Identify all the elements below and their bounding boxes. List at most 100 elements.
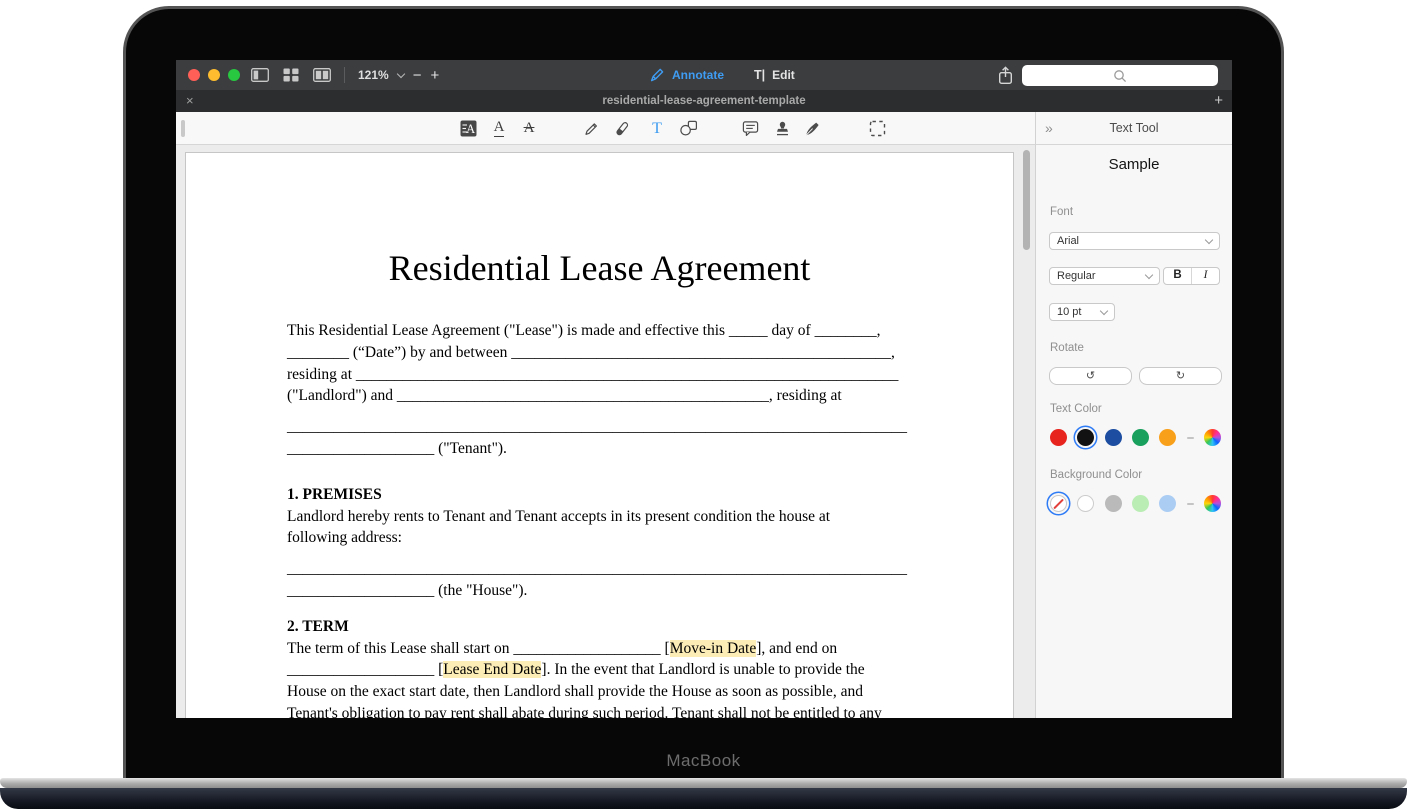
shapes-tool-icon[interactable] (677, 118, 699, 139)
document-line: 2. TERM (287, 616, 927, 638)
note-tool-icon[interactable] (739, 118, 761, 139)
strikethrough-text-tool[interactable]: A (518, 118, 540, 139)
edit-label: Edit (772, 68, 795, 82)
underline-text-tool[interactable]: A (488, 118, 510, 139)
search-input[interactable] (1022, 65, 1218, 86)
new-tab-button[interactable]: + (1214, 90, 1223, 111)
document-line: residing at ____________________________… (287, 364, 927, 386)
document-text: ________ (“Date”) by and between _______… (287, 344, 895, 361)
text-color-swatch-f9a01b[interactable] (1159, 429, 1176, 446)
chevron-down-icon (1205, 235, 1213, 243)
pencil-tool-icon[interactable] (580, 118, 602, 139)
tool-row: A A A T (176, 112, 1232, 145)
stamp-tool-icon[interactable] (771, 118, 793, 139)
text-color-swatch-121212[interactable] (1077, 429, 1094, 446)
document-body: This Residential Lease Agreement ("Lease… (287, 320, 927, 718)
document-text: House on the exact start date, then Land… (287, 683, 863, 700)
edit-mode-button[interactable]: T| Edit (754, 68, 795, 82)
toolbar-drag-handle[interactable] (181, 120, 185, 137)
background-color-swatch-custom[interactable] (1204, 495, 1221, 512)
chevron-down-icon (1100, 306, 1108, 314)
background-color-swatch-bababa[interactable] (1105, 495, 1122, 512)
document-text: Tenant's obligation to pay rent shall ab… (287, 705, 882, 718)
font-family-value: Arial (1057, 235, 1079, 247)
document-text: ___________________ [ (287, 661, 443, 678)
text-color-swatches (1050, 429, 1221, 446)
text-color-section-label: Text Color (1050, 403, 1102, 415)
document-text: 2. TERM (287, 618, 349, 635)
background-color-swatch-none[interactable] (1050, 495, 1067, 512)
background-color-section-label: Background Color (1050, 469, 1142, 481)
document-line: ("Landlord") and _______________________… (287, 385, 927, 407)
document-line: following address: (287, 527, 927, 549)
sidebar-view-icon[interactable] (251, 68, 269, 82)
document-text: residing at ____________________________… (287, 366, 898, 383)
document-line: This Residential Lease Agreement ("Lease… (287, 320, 927, 342)
two-page-view-icon[interactable] (313, 68, 331, 82)
close-window-button[interactable] (188, 69, 200, 81)
zoom-in-button[interactable]: + (430, 67, 439, 84)
annotate-mode-button[interactable]: Annotate (649, 67, 724, 83)
document-text: ________________________________________… (287, 560, 907, 577)
font-family-select[interactable]: Arial (1049, 232, 1220, 250)
thumbnails-view-icon[interactable] (282, 68, 300, 82)
tab-bar: × residential-lease-agreement-template + (176, 90, 1232, 112)
minimize-window-button[interactable] (208, 69, 220, 81)
content-area: Residential Lease Agreement This Residen… (176, 145, 1232, 718)
search-icon (1113, 69, 1127, 83)
rotate-ccw-button[interactable]: ↺ (1049, 367, 1132, 385)
font-size-select[interactable]: 10 pt (1049, 303, 1115, 321)
text-color-swatch-custom[interactable] (1204, 429, 1221, 446)
highlighted-text: Lease End Date (443, 661, 541, 678)
font-style-select[interactable]: Regular (1049, 267, 1160, 285)
text-color-swatch-e8241f[interactable] (1050, 429, 1067, 446)
document-line: ________________________________________… (287, 558, 927, 580)
document-text: following address: (287, 529, 402, 546)
bold-button[interactable]: B (1164, 268, 1192, 284)
sidebar-header: » Text Tool (1035, 112, 1232, 145)
zoom-window-button[interactable] (228, 69, 240, 81)
document-page: Residential Lease Agreement This Residen… (185, 152, 1014, 718)
document-line: 1. PREMISES (287, 484, 927, 506)
text-color-swatch-18a05c[interactable] (1132, 429, 1149, 446)
laptop-base-edge (0, 778, 1407, 788)
collapse-sidebar-icon[interactable]: » (1045, 112, 1053, 144)
text-edit-icon: T| (754, 68, 765, 82)
document-line: Landlord hereby rents to Tenant and Tena… (287, 506, 927, 528)
rotate-cw-button[interactable]: ↻ (1139, 367, 1222, 385)
zoom-level[interactable]: 121% (358, 68, 389, 82)
zoom-out-button[interactable]: − (413, 67, 422, 84)
share-icon[interactable] (997, 66, 1015, 85)
document-line: House on the exact start date, then Land… (287, 681, 927, 703)
chevron-down-icon[interactable] (396, 69, 404, 77)
background-color-swatch-abcdf3[interactable] (1159, 495, 1176, 512)
font-size-value: 10 pt (1057, 306, 1081, 318)
laptop-base-body (0, 788, 1407, 809)
select-tool-icon[interactable] (866, 118, 888, 139)
zoom-controls: 121% − + (358, 60, 439, 90)
rotate-section-label: Rotate (1050, 342, 1084, 354)
document-text: 1. PREMISES (287, 486, 382, 503)
rotate-ccw-icon: ↺ (1086, 371, 1095, 382)
document-text: ___________________ ("Tenant"). (287, 440, 507, 457)
vertical-scrollbar[interactable] (1023, 150, 1030, 250)
document-text: This Residential Lease Agreement ("Lease… (287, 322, 880, 339)
toolbar-divider (344, 67, 345, 83)
tab-title: residential-lease-agreement-template (176, 90, 1232, 112)
eraser-tool-icon[interactable] (611, 118, 633, 139)
view-mode-buttons (251, 68, 331, 82)
document-text: Landlord hereby rents to Tenant and Tena… (287, 508, 830, 525)
pen-icon (649, 67, 665, 83)
background-color-swatch-b9edb4[interactable] (1132, 495, 1149, 512)
signature-tool-icon[interactable] (801, 118, 823, 139)
italic-button[interactable]: I (1192, 268, 1219, 284)
text-color-swatch-1c4da0[interactable] (1105, 429, 1122, 446)
sidebar-title: Text Tool (1036, 112, 1232, 144)
annotate-label: Annotate (672, 68, 724, 82)
background-color-swatch-ffffff[interactable] (1077, 495, 1094, 512)
traffic-lights (188, 69, 240, 81)
laptop-screen: 121% − + Annotate T| Edit (123, 6, 1284, 778)
document-title: Residential Lease Agreement (186, 247, 1013, 289)
text-tool-icon[interactable]: T (646, 118, 668, 139)
highlight-text-tool[interactable]: A (457, 118, 479, 139)
